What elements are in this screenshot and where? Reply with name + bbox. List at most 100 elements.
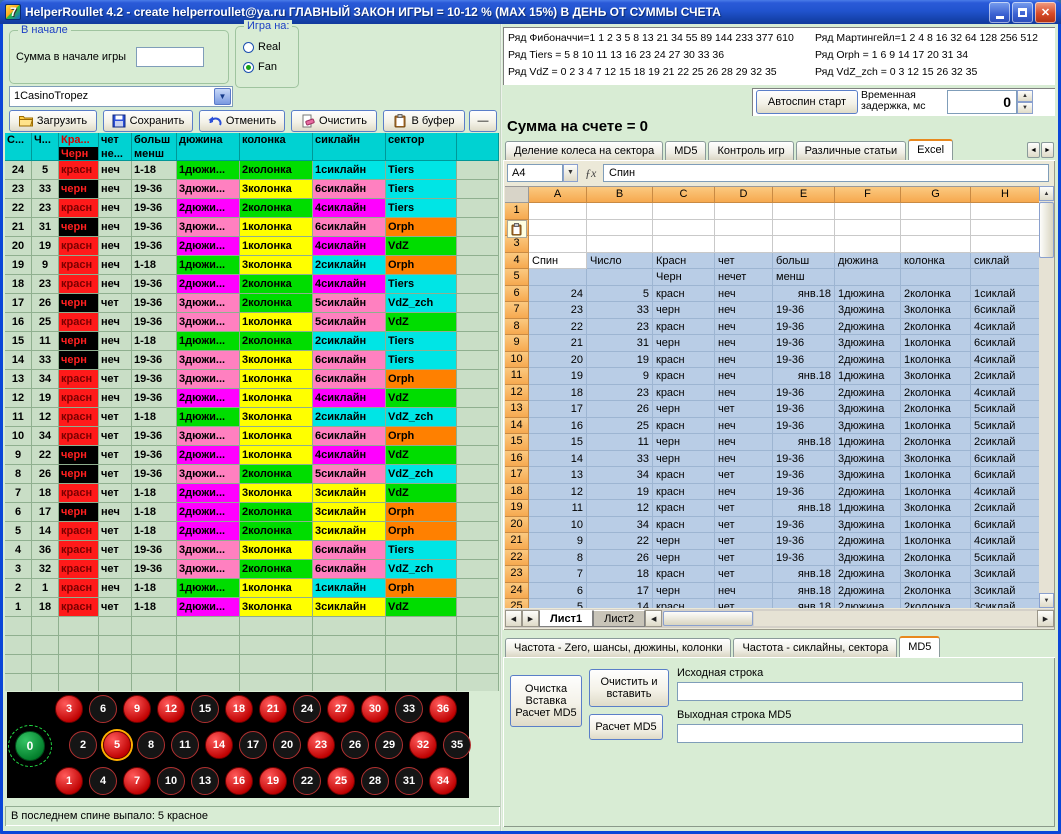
excel-row-header-9[interactable]: 9 [505,335,529,352]
excel-cell-D24[interactable]: неч [715,583,773,600]
excel-row-header-8[interactable]: 8 [505,319,529,336]
excel-cell-H15[interactable]: 2сиклай [971,434,1040,451]
excel-cell-F7[interactable]: 3дюжина [835,302,901,319]
excel-cell-H25[interactable]: 3сиклай [971,599,1040,608]
tab-md5-bottom[interactable]: MD5 [899,636,940,657]
excel-cell-B17[interactable]: 34 [587,467,653,484]
excel-row-header-15[interactable]: 15 [505,434,529,451]
excel-cell-A25[interactable]: 5 [529,599,587,608]
excel-cell-D1[interactable] [715,203,773,220]
excel-row-header-5[interactable]: 5 [505,269,529,286]
wheel-number-2[interactable]: 2 [69,731,97,759]
excel-column-header-D[interactable]: D [715,187,773,203]
excel-cell-E11[interactable]: янв.18 [773,368,835,385]
wheel-number-7[interactable]: 7 [123,767,151,795]
excel-cell-B14[interactable]: 25 [587,418,653,435]
excel-cell-D17[interactable]: чет [715,467,773,484]
excel-cell-E6[interactable]: янв.18 [773,286,835,303]
excel-cell-F25[interactable]: 2дюжина [835,599,901,608]
excel-cell-F21[interactable]: 2дюжина [835,533,901,550]
casino-select[interactable]: 1CasinoTropez ▼ [9,86,233,107]
excel-cell-D13[interactable]: чет [715,401,773,418]
spinner-down-icon[interactable]: ▼ [1017,102,1033,114]
excel-cell-C7[interactable]: черн [653,302,715,319]
autospin-start-button[interactable]: Автоспин старт [756,90,858,114]
excel-cell-B20[interactable]: 34 [587,517,653,534]
horizontal-scroll-thumb[interactable] [663,611,753,626]
excel-cell-B25[interactable]: 14 [587,599,653,608]
excel-cell-E22[interactable]: 19-36 [773,550,835,567]
wheel-number-8[interactable]: 8 [137,731,165,759]
excel-column-header-F[interactable]: F [835,187,901,203]
excel-cell-F4[interactable]: дюжина [835,253,901,270]
excel-row-header-22[interactable]: 22 [505,550,529,567]
excel-cell-E9[interactable]: 19-36 [773,335,835,352]
excel-cell-C24[interactable]: черн [653,583,715,600]
excel-cell-A22[interactable]: 8 [529,550,587,567]
excel-cell-A6[interactable]: 24 [529,286,587,303]
table-row[interactable]: 21красннеч1-181дюжи...1колонка1сиклайнOr… [5,579,499,598]
close-button[interactable]: ✕ [1035,2,1056,23]
title-bar[interactable]: HelperRoullet 4.2 - create helperroullet… [0,0,1061,24]
excel-cell-A13[interactable]: 17 [529,401,587,418]
excel-cell-E13[interactable]: 19-36 [773,401,835,418]
excel-cell-E17[interactable]: 19-36 [773,467,835,484]
excel-row-header-19[interactable]: 19 [505,500,529,517]
excel-cell-F3[interactable] [835,236,901,253]
excel-cell-F22[interactable]: 3дюжина [835,550,901,567]
excel-cell-A3[interactable] [529,236,587,253]
excel-cell-A18[interactable]: 12 [529,484,587,501]
md5-calc-button[interactable]: Расчет MD5 [589,714,663,740]
excel-cell-D16[interactable]: неч [715,451,773,468]
excel-cell-B21[interactable]: 22 [587,533,653,550]
wheel-number-20[interactable]: 20 [273,731,301,759]
excel-cell-D18[interactable]: неч [715,484,773,501]
excel-cell-E5[interactable]: менш [773,269,835,286]
table-row[interactable]: 617черннеч1-182дюжи...2колонка3сиклайнOr… [5,503,499,522]
excel-cell-C1[interactable] [653,203,715,220]
undo-button[interactable]: Отменить [199,110,285,132]
tab-freq-chances[interactable]: Частота - Zero, шансы, дюжины, колонки [505,638,731,657]
excel-cell-F19[interactable]: 1дюжина [835,500,901,517]
excel-cell-B5[interactable] [587,269,653,286]
excel-cell-D8[interactable]: неч [715,319,773,336]
tab-articles[interactable]: Различные статьи [796,141,907,160]
excel-cell-E4[interactable]: больш [773,253,835,270]
sheet-nav-next-icon[interactable]: ▶ [522,610,539,627]
paste-options-icon[interactable] [507,220,527,238]
excel-cell-H14[interactable]: 5сиклай [971,418,1040,435]
excel-cell-C6[interactable]: красн [653,286,715,303]
excel-column-header-H[interactable]: H [971,187,1040,203]
table-row[interactable]: 118краснчет1-182дюжи...3колонка3сиклайнV… [5,598,499,617]
table-row[interactable]: 1433черннеч19-363дюжи...3колонка6сиклайн… [5,351,499,370]
excel-cell-G23[interactable]: 3колонка [901,566,971,583]
wheel-number-18[interactable]: 18 [225,695,253,723]
excel-cell-G4[interactable]: колонка [901,253,971,270]
table-row[interactable]: 2223красннеч19-362дюжи...2колонка4сиклай… [5,199,499,218]
excel-cell-G22[interactable]: 2колонка [901,550,971,567]
excel-cell-C13[interactable]: черн [653,401,715,418]
excel-cell-A21[interactable]: 9 [529,533,587,550]
excel-cell-E24[interactable]: янв.18 [773,583,835,600]
excel-cell-D3[interactable] [715,236,773,253]
excel-cell-H9[interactable]: 6сиклай [971,335,1040,352]
wheel-number-36[interactable]: 36 [429,695,457,723]
excel-cell-A4[interactable]: Спин [529,253,587,270]
excel-cell-G18[interactable]: 1колонка [901,484,971,501]
table-row[interactable]: 922чернчет19-362дюжи...1колонка4сиклайнV… [5,446,499,465]
excel-cell-A19[interactable]: 11 [529,500,587,517]
excel-cell-A17[interactable]: 13 [529,467,587,484]
table-row[interactable]: 1219красннеч19-362дюжи...1колонка4сиклай… [5,389,499,408]
excel-cell-E2[interactable] [773,220,835,237]
wheel-number-28[interactable]: 28 [361,767,389,795]
excel-cell-G10[interactable]: 1колонка [901,352,971,369]
excel-cell-B10[interactable]: 19 [587,352,653,369]
excel-select-all-corner[interactable] [505,187,529,203]
excel-cell-A23[interactable]: 7 [529,566,587,583]
wheel-number-32[interactable]: 32 [409,731,437,759]
excel-cell-H3[interactable] [971,236,1040,253]
excel-cell-C19[interactable]: красн [653,500,715,517]
collapse-button[interactable]: — [469,110,497,132]
table-row[interactable]: 1726чернчет19-363дюжи...2колонка5сиклайн… [5,294,499,313]
excel-cell-G20[interactable]: 1колонка [901,517,971,534]
